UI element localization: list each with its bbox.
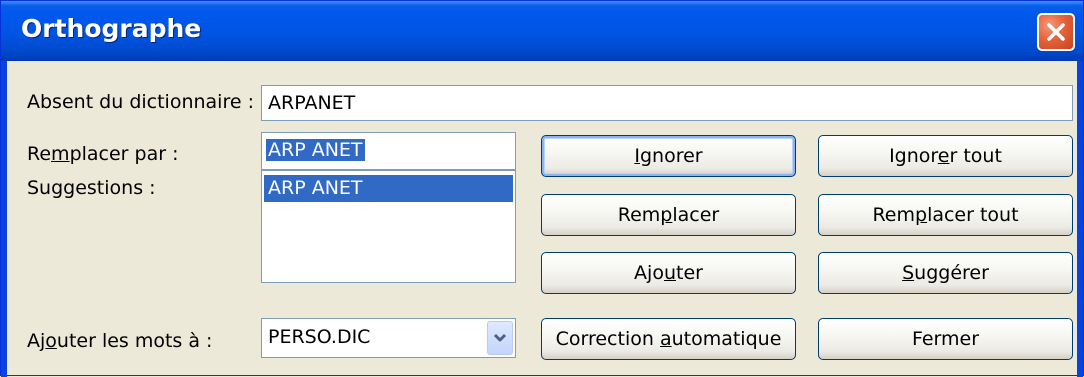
- ignore-all-button[interactable]: Ignorer tout: [818, 135, 1073, 177]
- suggestions-list[interactable]: ARP ANET: [261, 170, 516, 283]
- title-bar[interactable]: Orthographe: [1, 1, 1083, 61]
- dictionary-select[interactable]: PERSO.DIC: [261, 318, 516, 358]
- suggestions-label: Suggestions :: [27, 177, 156, 199]
- suggestion-item[interactable]: ARP ANET: [264, 175, 513, 202]
- replace-button[interactable]: Remplacer: [541, 194, 796, 236]
- close-icon: [1047, 23, 1065, 41]
- replace-all-button[interactable]: Remplacer tout: [818, 194, 1073, 236]
- close-window-button[interactable]: [1037, 13, 1075, 51]
- replace-by-label: Remplacer par :: [27, 143, 179, 165]
- dictionary-value: PERSO.DIC: [268, 326, 371, 348]
- replace-input-selection: ARP ANET: [266, 139, 365, 161]
- suggest-button[interactable]: Suggérer: [818, 252, 1073, 294]
- replace-input[interactable]: ARP ANET: [261, 132, 516, 170]
- window-border-left: [1, 61, 7, 377]
- add-words-label: Ajouter les mots à :: [27, 330, 213, 352]
- ignore-button[interactable]: Ignorer: [541, 135, 796, 177]
- window-border-right: [1077, 61, 1083, 377]
- chevron-down-icon: [493, 333, 507, 342]
- absent-word-label: Absent du dictionnaire :: [27, 91, 254, 113]
- close-button[interactable]: Fermer: [818, 318, 1073, 360]
- absent-word-field[interactable]: ARPANET: [261, 85, 1073, 121]
- add-button[interactable]: Ajouter: [541, 252, 796, 294]
- spellcheck-dialog: Orthographe Absent du dictionnaire : ARP…: [0, 0, 1084, 377]
- dropdown-button[interactable]: [487, 321, 513, 355]
- autocorrect-button[interactable]: Correction automatique: [541, 318, 796, 360]
- window-title: Orthographe: [21, 14, 202, 43]
